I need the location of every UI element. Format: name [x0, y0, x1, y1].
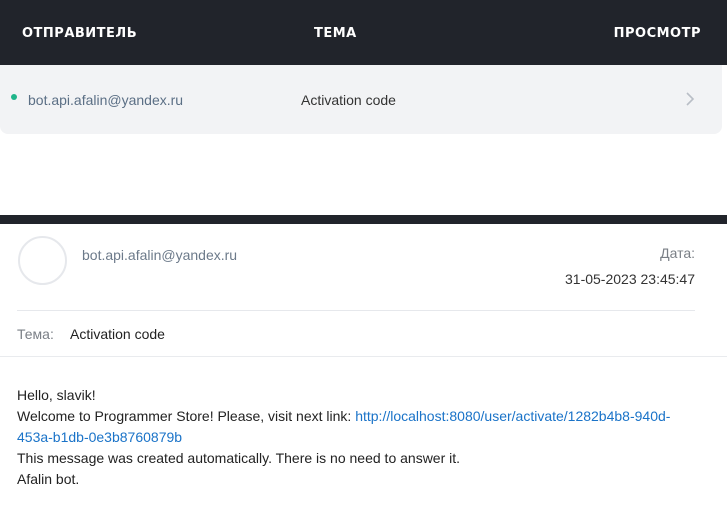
- column-header-sender[interactable]: ОТПРАВИТЕЛЬ: [22, 26, 137, 41]
- date-label: Дата:: [660, 245, 695, 261]
- welcome-paragraph: Welcome to Programmer Store! Please, vis…: [17, 406, 707, 448]
- avatar: [18, 236, 67, 285]
- column-header-subject[interactable]: ТЕМА: [314, 26, 357, 41]
- row-subject: Activation code: [301, 92, 396, 108]
- subject-value: Activation code: [70, 326, 165, 342]
- activation-link-continued[interactable]: 453a-b1db-0e3b8760879b: [17, 429, 182, 445]
- subject-label: Тема:: [17, 326, 54, 342]
- signature-text: Afalin bot.: [17, 471, 80, 487]
- message-body: Hello, slavik! Welcome to Programmer Sto…: [17, 385, 707, 490]
- row-sender: bot.api.afalin@yandex.ru: [28, 92, 184, 108]
- auto-note-text: This message was created automatically. …: [17, 450, 461, 466]
- welcome-text: Welcome to Programmer Store! Please, vis…: [17, 408, 356, 424]
- mail-list-row[interactable]: bot.api.afalin@yandex.ru Activation code: [0, 65, 722, 134]
- section-divider: [0, 215, 727, 224]
- divider: [17, 310, 695, 311]
- inbox-header: ОТПРАВИТЕЛЬ ТЕМА ПРОСМОТР: [0, 0, 727, 65]
- message-sender: bot.api.afalin@yandex.ru: [82, 247, 238, 263]
- divider: [0, 356, 727, 357]
- column-header-preview[interactable]: ПРОСМОТР: [614, 26, 701, 41]
- chevron-right-icon[interactable]: [684, 91, 696, 107]
- date-value: 31-05-2023 23:45:47: [565, 271, 695, 287]
- greeting-text: Hello, slavik!: [17, 387, 96, 403]
- unread-indicator: [11, 94, 17, 100]
- activation-link[interactable]: http://localhost:8080/user/activate/1282…: [355, 408, 670, 424]
